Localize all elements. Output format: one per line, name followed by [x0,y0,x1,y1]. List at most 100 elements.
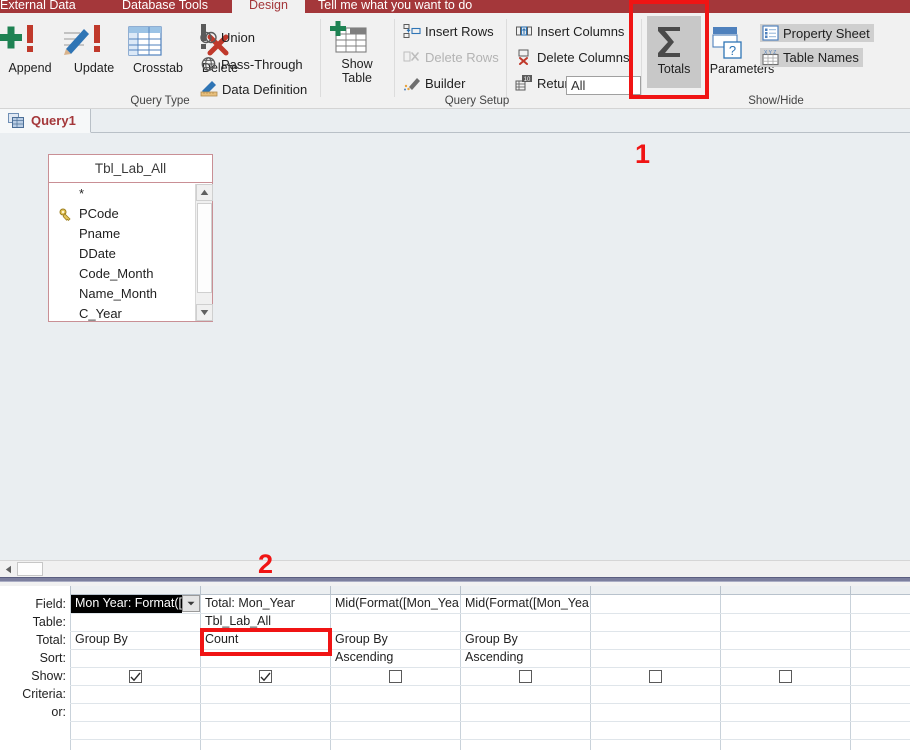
grid-cell-sort-col3[interactable]: Ascending [331,649,459,667]
grid-cell-or-col1[interactable] [71,703,199,721]
sigma-icon [647,22,701,62]
insert-columns-button[interactable]: Insert Columns [515,23,624,39]
scroll-up-icon[interactable] [196,184,213,201]
ribbon-tab-external-data-label: External Data [0,0,76,12]
append-button[interactable]: Append [0,21,64,75]
query-design-grid[interactable]: Field: Table: Total: Sort: Show: Criteri… [0,586,910,750]
grid-cells[interactable]: Mon Year: Format([M Group By Total: Mon_… [70,595,910,750]
field-list-item-asterisk[interactable]: * [49,184,212,204]
update-label: Update [73,61,115,75]
query-design-upper-pane[interactable]: Tbl_Lab_All * PCode Pname DDate Code_Mon… [0,133,910,560]
grid-show-checkbox-col2[interactable] [259,670,272,683]
grid-cell-field-col3[interactable]: Mid(Format([Mon_Year] [331,595,459,613]
property-sheet-button[interactable]: Property Sheet [760,24,874,42]
field-list-vertical-scrollbar[interactable] [195,184,213,321]
scroll-down-icon[interactable] [196,304,213,321]
grid-cell-criteria-col3[interactable] [331,685,459,703]
field-list-item-pname[interactable]: Pname [49,224,212,244]
pass-through-button[interactable]: Pass-Through [200,56,303,72]
scrollbar-thumb[interactable] [197,203,212,293]
ribbon-tab-database-tools-label: Database Tools [122,0,208,12]
grid-cell-sort-col2[interactable] [201,649,329,667]
grid-column-divider[interactable] [460,586,461,595]
grid-cell-or-col2[interactable] [201,703,329,721]
grid-cell-or-col4[interactable] [461,703,589,721]
show-table-button[interactable]: Show Table [326,21,388,85]
tell-me-box[interactable]: Tell me what you want to do [318,0,618,13]
grid-cell-total-col2[interactable]: Count [201,631,329,649]
delete-rows-button[interactable]: Delete Rows [403,49,499,65]
grid-cell-field-col1[interactable]: Mon Year: Format([M [71,595,182,613]
grid-cell-total-col1[interactable]: Group By [71,631,199,649]
grid-cell-field-col2[interactable]: Total: Mon_Year [201,595,329,613]
grid-cell-table-col2[interactable]: Tbl_Lab_All [201,613,329,631]
group-title-show-hide: Show/Hide [748,95,804,107]
delete-columns-button[interactable]: Delete Columns [515,49,630,65]
grid-column-divider[interactable] [850,586,851,595]
append-icon [0,21,64,61]
design-pane-horizontal-scrollbar[interactable] [0,560,910,577]
grid-column-selector-bar[interactable] [70,586,910,595]
grid-cell-criteria-col2[interactable] [201,685,329,703]
grid-cell-field-col6[interactable] [721,595,849,613]
grid-column-divider[interactable] [330,586,331,595]
property-sheet-icon [762,25,779,41]
field-list-item-name-month[interactable]: Name_Month [49,284,212,304]
grid-cell-field-col4[interactable]: Mid(Format([Mon_Year] [461,595,589,613]
grid-cell-sort-col4[interactable]: Ascending [461,649,589,667]
grid-show-checkbox-col1[interactable] [129,670,142,683]
table-field-list-tbl-lab-all[interactable]: Tbl_Lab_All * PCode Pname DDate Code_Mon… [48,154,213,322]
crosstab-label: Crosstab [132,61,184,75]
builder-button[interactable]: Builder [403,75,465,91]
field-list-item-pcode[interactable]: PCode [49,204,212,224]
grid-column-divider[interactable] [590,586,591,595]
grid-cell-table-col3[interactable] [331,613,459,631]
union-icon [200,30,217,45]
grid-cell-sort-col1[interactable] [71,649,199,667]
grid-show-checkbox-col3[interactable] [389,670,402,683]
scroll-left-icon[interactable] [0,561,16,577]
document-tab-bar: Query1 [0,109,910,133]
grid-cell-criteria-col4[interactable] [461,685,589,703]
field-name: C_Year [79,306,122,321]
grid-column-divider[interactable] [200,586,201,595]
document-tab-query1[interactable]: Query1 [0,109,91,133]
grid-show-checkbox-col5[interactable] [649,670,662,683]
insert-rows-button[interactable]: Insert Rows [403,23,494,39]
tell-me-label: Tell me what you want to do [318,0,473,12]
grid-cell-total-col4[interactable]: Group By [461,631,589,649]
grid-cell-or-col3[interactable] [331,703,459,721]
grid-column-divider[interactable] [70,586,71,595]
grid-column-divider[interactable] [720,586,721,595]
svg-text:10: 10 [524,77,531,83]
field-name: Name_Month [79,286,158,301]
grid-show-checkbox-col4[interactable] [519,670,532,683]
ribbon-tab-database-tools[interactable]: Database Tools [122,0,232,13]
union-button[interactable]: Union [200,30,255,45]
update-button[interactable]: Update [60,21,128,75]
delete-columns-icon [515,49,533,65]
row-label-field: Field: [35,597,66,611]
horizontal-scrollbar-thumb[interactable] [17,562,43,576]
ribbon-tab-design[interactable]: Design [232,0,305,13]
field-dropdown-arrow-col1[interactable] [182,595,200,612]
grid-cell-field-col5[interactable] [591,595,719,613]
grid-cell-total-col3[interactable]: Group By [331,631,459,649]
field-list[interactable]: * PCode Pname DDate Code_Month Name_Mont… [49,184,212,321]
totals-button[interactable]: Totals [647,16,701,88]
grid-cell-table-col4[interactable] [461,613,589,631]
ribbon-group-query-setup: Show Table Insert Rows Delete Rows Build… [321,13,641,109]
field-list-item-code-month[interactable]: Code_Month [49,264,212,284]
field-list-item-ddate[interactable]: DDate [49,244,212,264]
grid-cell-table-col1[interactable] [71,613,199,631]
grid-cell-criteria-col1[interactable] [71,685,199,703]
insert-columns-icon [515,23,533,39]
show-table-label-line1: Show [341,57,373,71]
totals-label: Totals [657,62,691,76]
grid-show-checkbox-col6[interactable] [779,670,792,683]
crosstab-button[interactable]: Crosstab [122,21,194,75]
return-value-combobox[interactable]: All [566,76,641,95]
field-list-item-c-year[interactable]: C_Year [49,304,212,321]
ribbon-tab-external-data[interactable]: External Data [0,0,122,13]
table-names-button[interactable]: X Y Z Table Names [760,48,863,67]
